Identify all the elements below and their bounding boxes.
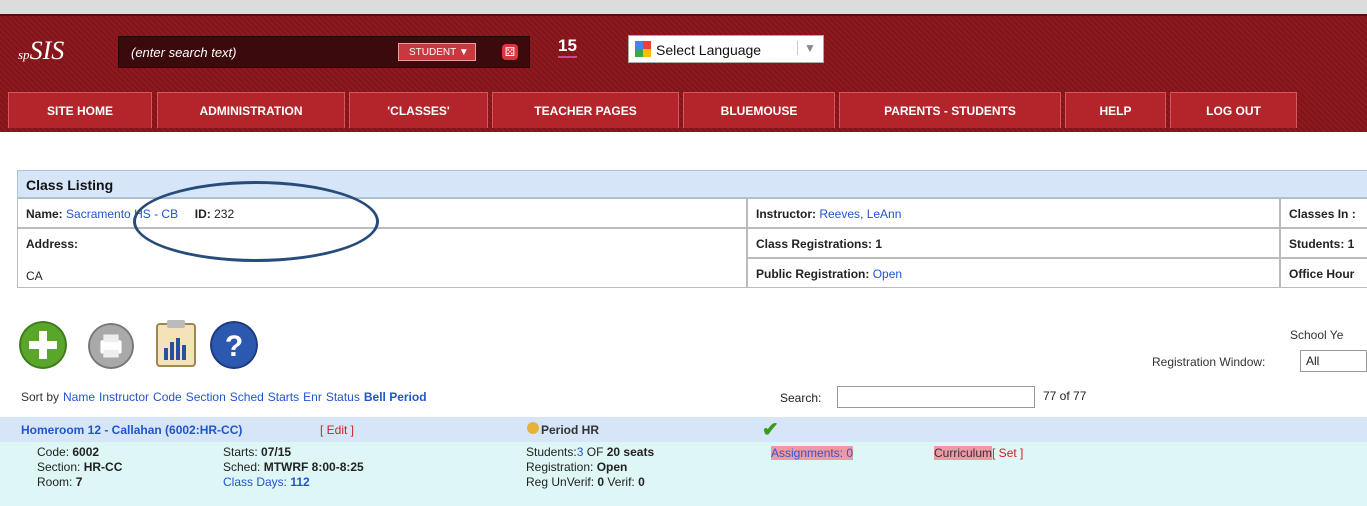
sort-starts[interactable]: Starts	[268, 390, 299, 404]
notification-count[interactable]: 15	[558, 36, 577, 58]
tab-parents-students[interactable]: PARENTS - STUDENTS	[839, 92, 1061, 128]
students-count-link[interactable]: 3	[577, 445, 584, 459]
name-cell: Name: Sacramento HS - CB ID: 232	[17, 198, 747, 228]
panel-title: Class Listing	[26, 177, 114, 193]
students-cell: Students: 1	[1280, 228, 1367, 258]
tab-classes[interactable]: 'CLASSES'	[349, 92, 488, 128]
class-section: HR-CC	[83, 460, 123, 474]
class-title-link[interactable]: Homeroom 12 - Callahan (6002:HR-CC)	[21, 423, 242, 437]
browser-top-strip	[0, 0, 1367, 14]
sort-name[interactable]: Name	[63, 390, 95, 404]
curriculum-set-link[interactable]: [ Set ]	[992, 446, 1023, 460]
annotation-ellipse	[133, 181, 379, 262]
tab-log-out[interactable]: LOG OUT	[1170, 92, 1297, 128]
address-cell: Address: CA	[17, 228, 747, 288]
registration-window-label: Registration Window:	[1152, 355, 1266, 369]
chevron-down-icon: ▼	[458, 47, 469, 58]
tab-teacher-pages[interactable]: TEACHER PAGES	[492, 92, 679, 128]
public-registration-cell: Public Registration: Open	[747, 258, 1280, 288]
assignments-link[interactable]: Assignments: 0	[771, 446, 854, 460]
class-schedule: MTWRF 8:00-8:25	[263, 460, 364, 474]
check-icon: ✔	[762, 419, 779, 441]
sort-status[interactable]: Status	[326, 390, 360, 404]
public-registration-link[interactable]: Open	[873, 267, 902, 281]
class-registrations-cell: Class Registrations: 1	[747, 228, 1280, 258]
class-start-date: 07/15	[261, 445, 292, 459]
sort-bar: Sort by Name Instructor Code Section Sched Sta…	[21, 390, 427, 404]
result-count: 77 of 77	[1043, 389, 1087, 403]
school-year-label: School Ye	[1290, 328, 1344, 342]
class-days-link[interactable]: Class Days:	[223, 475, 287, 489]
sort-code[interactable]: Code	[153, 390, 182, 404]
print-icon[interactable]	[88, 323, 134, 369]
language-selector[interactable]: Select Language ▼	[628, 35, 824, 63]
instructor-link[interactable]: Reeves, LeAnn	[819, 207, 901, 221]
help-icon[interactable]: ?	[210, 321, 258, 369]
class-code: 6002	[72, 445, 100, 459]
bell-icon	[527, 422, 539, 434]
add-icon[interactable]	[19, 321, 67, 369]
class-room: 7	[75, 475, 83, 489]
classes-in-cell: Classes In :	[1280, 198, 1367, 228]
random-dice-icon[interactable]: ⚄	[502, 44, 518, 60]
sort-enr[interactable]: Enr	[303, 390, 322, 404]
address-value: CA	[26, 269, 43, 283]
site-logo[interactable]: spSIS	[18, 36, 64, 66]
search-type-select[interactable]: STUDENT ▼	[398, 43, 476, 61]
svg-text:?: ?	[225, 330, 243, 363]
tab-bluemouse[interactable]: BLUEMOUSE	[683, 92, 835, 128]
search-input[interactable]: (enter search text)	[131, 45, 237, 60]
sort-section[interactable]: Section	[186, 390, 226, 404]
language-label: Select Language	[656, 42, 762, 58]
tab-administration[interactable]: ADMINISTRATION	[157, 92, 345, 128]
class-row-body: Code: 6002 Section: HR-CC Room: 7 Starts…	[0, 442, 1367, 506]
sort-instructor[interactable]: Instructor	[99, 390, 149, 404]
class-search-input[interactable]	[837, 386, 1035, 408]
class-row-header: Homeroom 12 - Callahan (6002:HR-CC) [ Ed…	[0, 417, 1367, 442]
search-label: Search:	[780, 391, 822, 405]
curriculum-label: Curriculum	[934, 446, 993, 460]
tab-help[interactable]: HELP	[1065, 92, 1166, 128]
global-search-box[interactable]: (enter search text) STUDENT ▼ ⚄	[118, 36, 530, 68]
instructor-cell: Instructor: Reeves, LeAnn	[747, 198, 1280, 228]
report-icon[interactable]	[155, 318, 197, 368]
site-header: spSIS (enter search text) STUDENT ▼ ⚄ 15…	[0, 14, 1367, 132]
registration-window-select[interactable]: All	[1300, 350, 1367, 372]
period-label: Period HR	[541, 423, 600, 437]
chevron-down-icon: ▼	[797, 41, 816, 55]
registration-status: Open	[596, 460, 628, 474]
tab-site-home[interactable]: SITE HOME	[8, 92, 152, 128]
edit-link[interactable]: [ Edit ]	[320, 423, 354, 437]
sort-sched[interactable]: Sched	[230, 390, 264, 404]
office-hours-cell: Office Hour	[1280, 258, 1367, 288]
google-translate-icon	[635, 41, 651, 57]
sort-bell-period[interactable]: Bell Period	[364, 390, 427, 404]
